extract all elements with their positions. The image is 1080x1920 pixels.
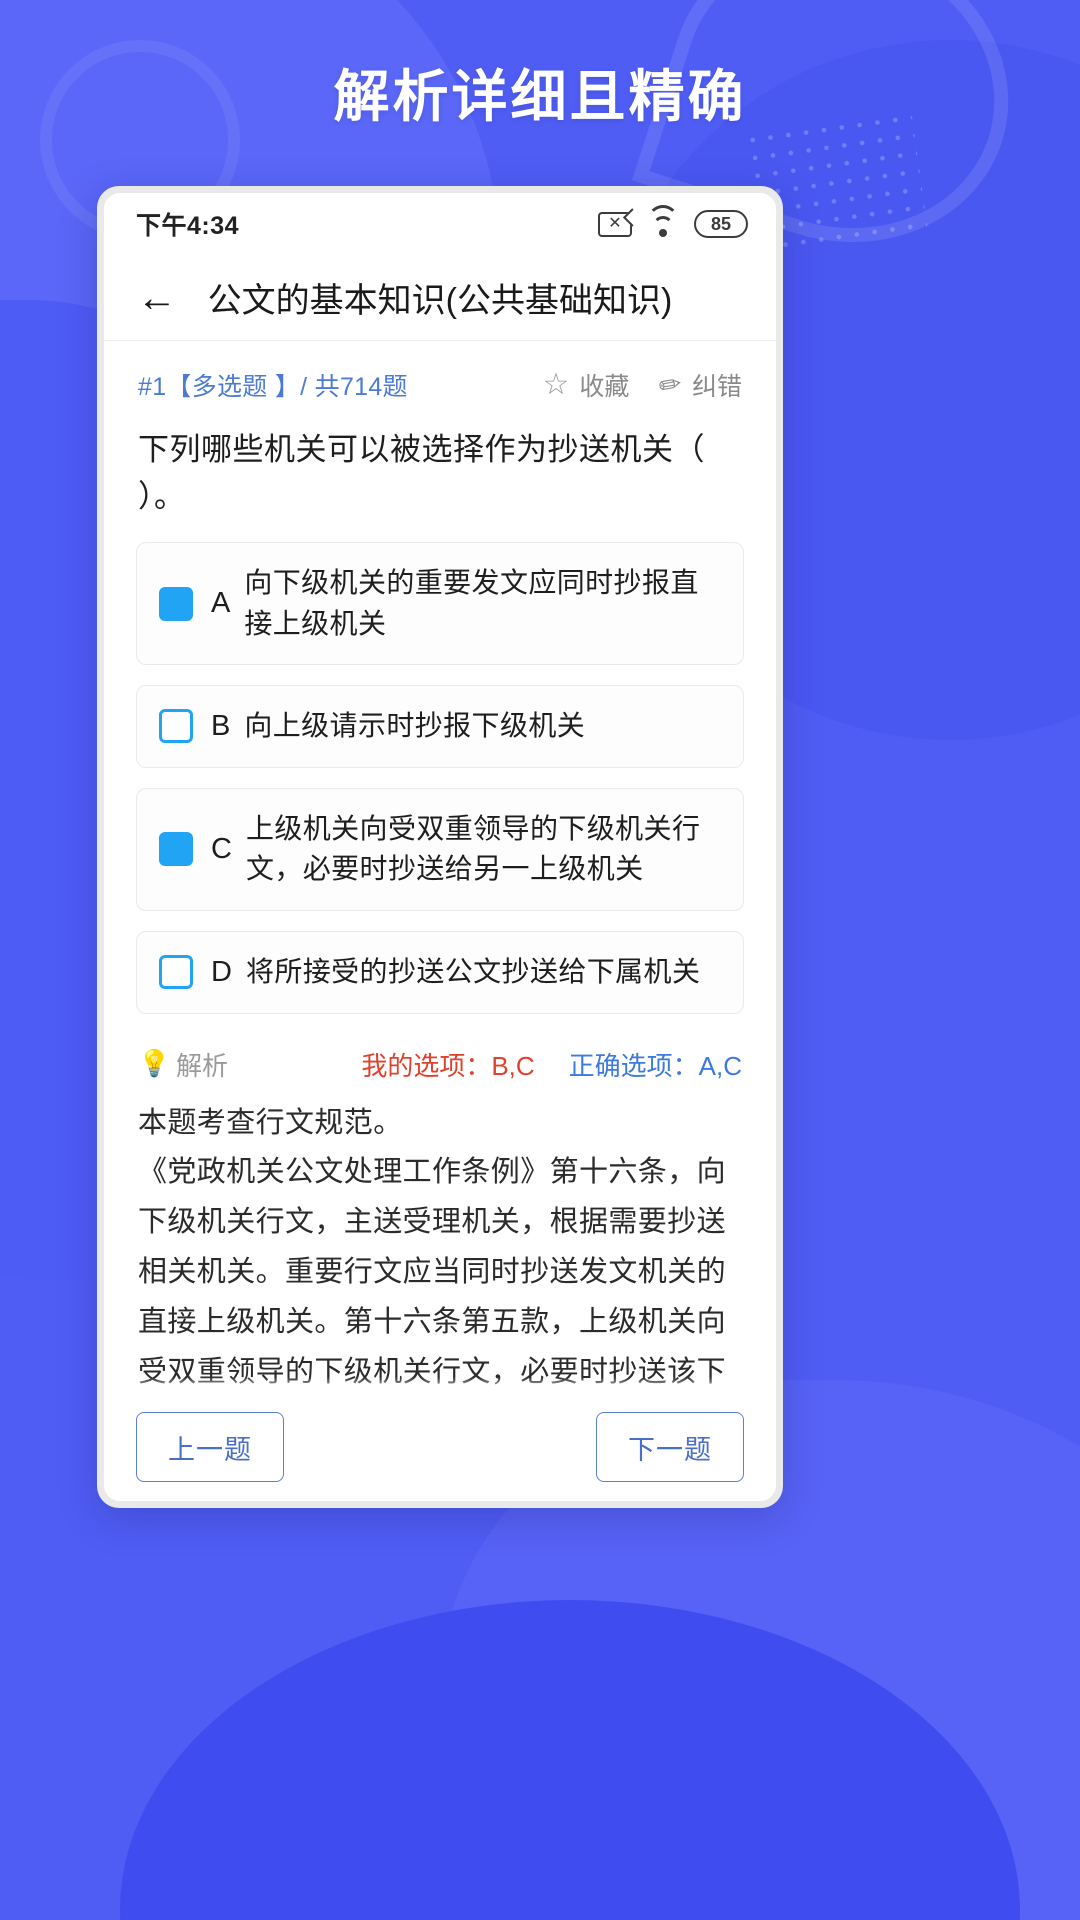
status-icon-group: ✕ 85 (598, 205, 748, 238)
phone-screen: 下午4:34 ✕ 85 ← 公文的基本知识(公共基础知识) #1【多选题 】/ … (104, 193, 776, 1501)
report-error-label: 纠错 (691, 373, 742, 401)
status-time: 下午4:34 (136, 212, 240, 240)
checkbox-d[interactable] (159, 955, 193, 990)
back-arrow-icon[interactable]: ← (134, 275, 180, 321)
analysis-label: 解析 (176, 1050, 229, 1081)
option-list: A 向下级机关的重要发文应同时抄报直接上级机关 B 向上级请示时抄报下级机关 C… (136, 528, 744, 1014)
bottom-nav-bar: 上一题 下一题 (104, 1393, 776, 1501)
analysis-label-group: 💡 解析 (138, 1046, 228, 1083)
analysis-paragraph-1: 本题考查行文规范。 (138, 1106, 403, 1139)
status-bar: 下午4:34 ✕ 85 (104, 193, 776, 255)
option-letter-a: A (211, 587, 231, 620)
question-meta-row: #1【多选题 】/ 共714题 ☆ 收藏 ✏ 纠错 (136, 341, 744, 411)
favorite-button[interactable]: ☆ 收藏 (542, 367, 629, 403)
option-letter-c: C (211, 832, 232, 865)
checkbox-b[interactable] (159, 709, 193, 744)
option-row-a[interactable]: A 向下级机关的重要发文应同时抄报直接上级机关 (136, 542, 744, 666)
question-stem: 下列哪些机关可以被选择作为抄送机关（ ）。 (138, 432, 705, 514)
content-fade-overlay (104, 1377, 776, 1393)
question-action-group: ☆ 收藏 ✏ 纠错 (542, 367, 742, 403)
analysis-header-row: 💡 解析 我的选项：B,C 正确选项：A,C (136, 1034, 744, 1093)
my-answer-label: 我的选项：B,C (361, 1050, 535, 1081)
app-bar: ← 公文的基本知识(公共基础知识) (104, 255, 776, 341)
lightbulb-icon: 💡 (138, 1048, 171, 1079)
analysis-paragraph-2: 《党政机关公文处理工作条例》第十六条，向下级机关行文，主送受理机关，根据需要抄送… (138, 1156, 727, 1388)
option-text-c: 上级机关向受双重领导的下级机关行文，必要时抄送给另一上级机关 (245, 812, 701, 885)
checkbox-a[interactable] (159, 586, 193, 621)
report-error-button[interactable]: ✏ 纠错 (656, 367, 742, 403)
option-row-c[interactable]: C 上级机关向受双重领导的下级机关行文，必要时抄送给另一上级机关 (136, 787, 744, 911)
option-text-d: 将所接受的抄送公文抄送给下属机关 (245, 955, 701, 987)
promo-headline: 解析详细且精确 (333, 65, 747, 128)
option-row-b[interactable]: B 向上级请示时抄报下级机关 (136, 685, 744, 768)
battery-indicator: 85 (694, 210, 748, 238)
sim-disabled-icon: ✕ (598, 211, 632, 237)
favorite-label: 收藏 (579, 373, 630, 401)
option-text-a: 向下级机关的重要发文应同时抄报直接上级机关 (244, 567, 699, 639)
checkbox-c[interactable] (159, 832, 193, 867)
pencil-icon: ✏ (656, 367, 685, 402)
question-content: #1【多选题 】/ 共714题 ☆ 收藏 ✏ 纠错 下列哪些机关可以被选择作为抄… (104, 341, 776, 1393)
prev-question-button[interactable]: 上一题 (136, 1412, 284, 1482)
correct-answer-label: 正确选项：A,C (568, 1050, 742, 1081)
phone-mockup: 下午4:34 ✕ 85 ← 公文的基本知识(公共基础知识) #1【多选题 】/ … (97, 186, 783, 1508)
star-outline-icon: ☆ (542, 368, 570, 401)
option-text-b: 向上级请示时抄报下级机关 (244, 710, 586, 742)
analysis-body: 本题考查行文规范。 《党政机关公文处理工作条例》第十六条，向下级机关行文，主送受… (136, 1093, 744, 1393)
option-letter-d: D (211, 955, 232, 988)
next-question-button[interactable]: 下一题 (596, 1412, 744, 1482)
wifi-icon (646, 205, 680, 237)
option-row-d[interactable]: D 将所接受的抄送公文抄送给下属机关 (136, 930, 744, 1014)
question-index-label: #1【多选题 】/ 共714题 (138, 373, 408, 401)
option-letter-b: B (211, 709, 231, 742)
page-title: 公文的基本知识(公共基础知识) (207, 282, 673, 320)
